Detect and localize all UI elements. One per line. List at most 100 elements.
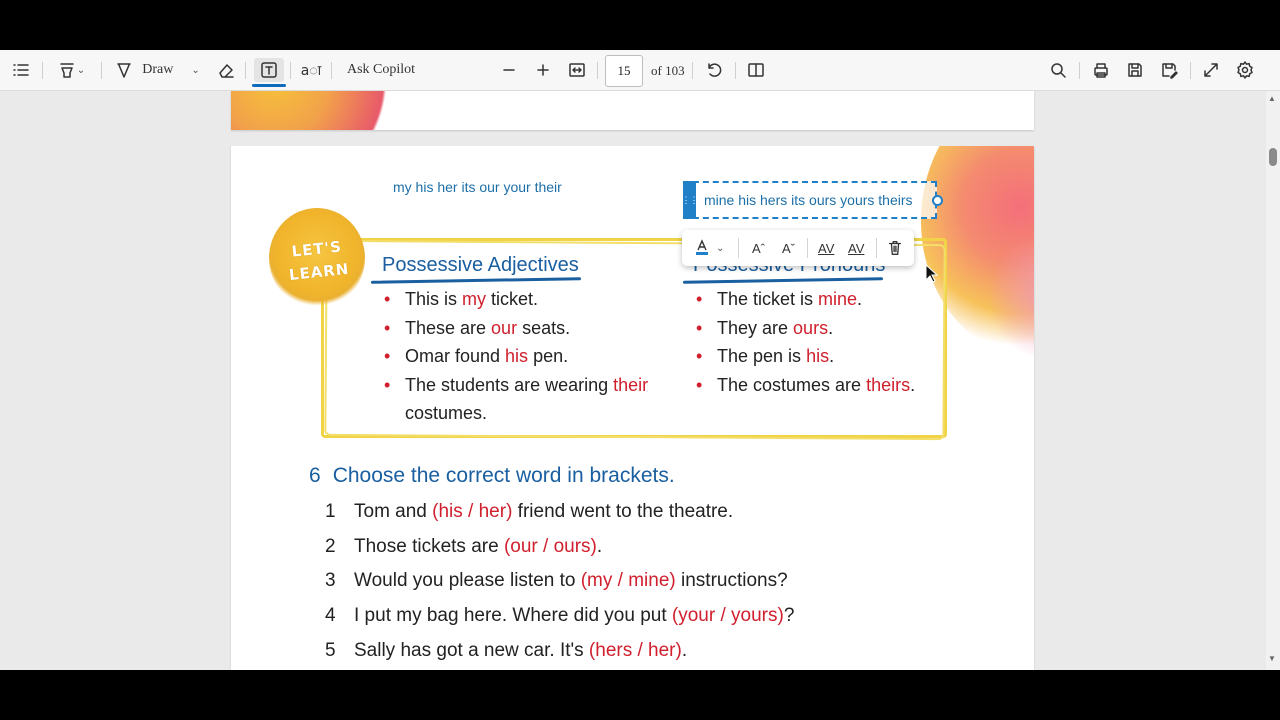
scroll-down-icon[interactable]: ▼ <box>1268 654 1276 663</box>
trash-icon <box>888 241 902 255</box>
text-format-toolbar: ⌄ Aˆ Aˇ AV AV <box>682 230 914 266</box>
search-button[interactable] <box>1047 58 1069 82</box>
exercise-item: 5 Sally has got a new car. It's (hers / h… <box>325 640 794 670</box>
bracket-choices: (his / her) <box>432 501 513 522</box>
rotate-icon <box>708 63 722 77</box>
highlighted-word: his <box>806 346 830 366</box>
sentence-text: The students are wearing <box>405 374 614 395</box>
exercise-item: 4 I put my bag here. Where did you put (y… <box>325 605 794 640</box>
bracket-choices: (my / mine) <box>580 570 676 592</box>
fit-page-button[interactable] <box>566 58 588 82</box>
settings-button[interactable] <box>1234 58 1256 82</box>
adjectives-list-item: The students are wearing their costumes. <box>384 371 654 428</box>
pen-icon <box>117 63 131 78</box>
pronouns-list-item: The costumes are theirs. <box>696 371 956 400</box>
highlighter-icon <box>60 63 74 78</box>
delete-button[interactable] <box>886 238 904 258</box>
adjectives-list-item: These are our seats. <box>384 314 654 343</box>
annotation-text-input[interactable]: mine his hers its ours yours theirs <box>704 192 913 208</box>
page-view-button[interactable] <box>745 58 767 82</box>
rotate-button[interactable] <box>703 58 725 82</box>
add-text-button[interactable] <box>254 58 284 82</box>
fit-width-icon <box>569 63 585 77</box>
item-text: Tom and (his / her) friend went to the t… <box>354 501 733 536</box>
sentence-text: costumes. <box>405 403 488 423</box>
text-annotation[interactable]: my his her its our your their <box>393 179 562 195</box>
translate-icon: aा <box>300 62 322 79</box>
pronouns-list-item: The ticket is mine. <box>696 285 956 314</box>
sentence-text: . <box>681 639 688 661</box>
save-as-button[interactable] <box>1158 58 1180 82</box>
decrease-font-button[interactable]: Aˇ <box>782 238 795 258</box>
decrease-spacing-button[interactable]: AV <box>848 238 864 258</box>
scrollbar-thumb[interactable] <box>1269 148 1277 166</box>
lets-learn-label: LET'S LEARN <box>281 234 355 287</box>
sentence-text: The ticket is <box>717 289 819 309</box>
chevron-down-icon: ⌄ <box>716 242 725 254</box>
increase-spacing-button[interactable]: AV <box>818 238 834 258</box>
mouse-cursor-icon <box>925 264 939 283</box>
draw-button[interactable]: Draw ⌄ <box>113 58 201 82</box>
read-aloud-button[interactable]: aा <box>298 58 324 82</box>
search-icon <box>1051 63 1066 78</box>
print-button[interactable] <box>1090 58 1112 82</box>
item-number: 3 <box>325 570 336 592</box>
grip-icon: ⋮⋮ <box>681 194 699 205</box>
exercise-item: 1 Tom and (his / her) friend went to the … <box>325 501 794 536</box>
save-button[interactable] <box>1124 58 1146 82</box>
sentence-text: ticket. <box>486 289 539 309</box>
highlighted-word: our <box>491 317 518 338</box>
pdf-toolbar: ⌄ Draw ⌄ aा Ask Copilot 15 of 103 <box>0 50 1280 91</box>
list-icon <box>13 64 29 76</box>
book-icon <box>748 63 764 77</box>
scroll-up-icon[interactable]: ▲ <box>1268 94 1276 103</box>
ask-copilot-button[interactable]: Ask Copilot <box>347 58 417 82</box>
increase-font-button[interactable]: Aˆ <box>752 238 765 258</box>
exercise-item: 3 Would you please listen to (my / mine) … <box>325 570 794 605</box>
sentence-text: . <box>596 535 603 557</box>
erase-button[interactable] <box>215 58 237 82</box>
sentence-text: Tom and <box>354 501 433 522</box>
sentence-text: Omar found <box>405 346 506 366</box>
font-color-icon <box>696 239 708 255</box>
spacing-decrease-icon: AV <box>848 240 865 256</box>
text-annotation-editor[interactable]: ⋮⋮ mine his hers its ours yours theirs <box>681 181 943 219</box>
bracket-choices: (our / ours) <box>503 535 597 557</box>
fullscreen-button[interactable] <box>1200 58 1222 82</box>
drag-handle[interactable]: ⋮⋮ <box>681 181 699 219</box>
adjectives-list-item: This is my ticket. <box>384 285 654 314</box>
printer-icon <box>1094 63 1108 78</box>
text-box-icon <box>261 62 277 78</box>
save-as-icon <box>1162 63 1178 79</box>
zoom-out-button[interactable] <box>499 58 519 82</box>
highlighted-word: theirs <box>866 374 911 395</box>
page-number-input[interactable]: 15 <box>605 55 643 87</box>
active-tool-indicator <box>252 84 286 87</box>
contents-button[interactable] <box>10 58 32 82</box>
sentence-text: . <box>857 289 863 309</box>
expand-icon <box>1204 63 1218 77</box>
previous-page <box>231 91 1034 130</box>
chevron-down-icon: ⌄ <box>191 64 200 76</box>
adjectives-list-item: Omar found his pen. <box>384 342 654 371</box>
bracket-choices: (hers / her) <box>588 639 682 661</box>
highlighted-word: mine <box>818 289 858 309</box>
decorative-splash <box>231 91 401 130</box>
pronouns-list-item: They are ours. <box>696 314 956 343</box>
page-total: of 103 <box>651 63 685 78</box>
chevron-down-icon: ⌄ <box>76 64 86 76</box>
text-color-button[interactable]: ⌄ <box>694 238 724 258</box>
sentence-text: Those tickets are <box>354 535 504 557</box>
exercise-title: Choose the correct word in brackets. <box>332 464 675 487</box>
sentence-text: ? <box>783 605 795 627</box>
sentence-text: pen. <box>528 346 569 366</box>
vertical-scrollbar[interactable] <box>1266 91 1280 670</box>
zoom-in-button[interactable] <box>533 58 553 82</box>
gear-icon <box>1237 61 1253 79</box>
minus-icon <box>503 69 515 71</box>
sentence-text: This is <box>405 289 463 309</box>
item-number: 4 <box>325 605 336 627</box>
highlight-button[interactable]: ⌄ <box>51 58 91 82</box>
resize-handle[interactable] <box>932 195 943 206</box>
exercise-list: 1 Tom and (his / her) friend went to the … <box>325 501 794 670</box>
